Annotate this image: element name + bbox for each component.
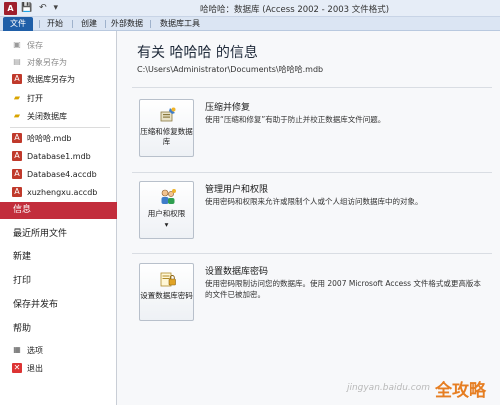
- nav-close-database-label: 关闭数据库: [27, 112, 67, 121]
- nav-save-object-as[interactable]: ▤ 对象另存为: [0, 54, 117, 71]
- nav-exit[interactable]: ✕ 退出: [0, 360, 117, 377]
- tab-separator: [39, 20, 40, 28]
- database-password-section: 设置数据库密码 设置数据库密码 使用密码限制访问您的数据库。使用 2007 Mi…: [139, 263, 489, 333]
- nav-save-object-as-label: 对象另存为: [27, 58, 67, 67]
- nav-new-label: 新建: [13, 252, 32, 262]
- recent-file-label: Database1.mdb: [27, 152, 91, 161]
- compact-repair-button-label: 压缩和修复数据库: [140, 127, 193, 146]
- nav-open-label: 打开: [27, 94, 43, 103]
- save-as-icon: ▤: [13, 57, 21, 66]
- window-title: 哈哈哈：数据库 (Access 2002 - 2003 文件格式): [200, 5, 390, 15]
- users-permissions-heading: 管理用户和权限: [205, 185, 269, 195]
- access-file-icon: A: [12, 151, 22, 161]
- chevron-down-icon: ▾: [164, 220, 169, 229]
- compact-repair-icon: [160, 107, 176, 122]
- nav-save-database-as[interactable]: A 数据库另存为: [0, 71, 117, 88]
- recent-file-label: Database4.accdb: [27, 170, 97, 179]
- nav-options-label: 选项: [27, 346, 43, 355]
- database-password-heading: 设置数据库密码: [205, 267, 269, 277]
- compact-repair-button[interactable]: 压缩和修复数据库: [139, 99, 194, 157]
- recent-file-item[interactable]: A 哈哈哈.mdb: [0, 130, 117, 147]
- tab-create[interactable]: 创建: [78, 17, 100, 31]
- recent-file-item[interactable]: A Database1.mdb: [0, 148, 117, 165]
- set-database-password-button[interactable]: 设置数据库密码: [139, 263, 194, 321]
- nav-options[interactable]: ▦ 选项: [0, 342, 117, 359]
- recent-file-item[interactable]: A xuzhengxu.accdb: [0, 184, 117, 201]
- compact-repair-description: 使用“压缩和修复”有助于防止并校正数据库文件问题。: [205, 115, 386, 124]
- tab-separator: [105, 20, 106, 28]
- close-database-icon: ▰: [13, 111, 21, 120]
- database-password-description: 使用密码限制访问您的数据库。使用 2007 Microsoft Access 文…: [205, 279, 481, 299]
- nav-save-database-as-label: 数据库另存为: [27, 75, 75, 84]
- set-database-password-button-label: 设置数据库密码: [140, 291, 193, 300]
- watermark-url: jingyan.baidu.com: [346, 383, 430, 393]
- recent-file-item[interactable]: A Database4.accdb: [0, 166, 117, 183]
- users-permissions-icon: [161, 189, 176, 204]
- nav-new[interactable]: 新建: [0, 249, 117, 266]
- nav-recent-label: 最近所用文件: [13, 229, 68, 239]
- watermark-logo: 全攻略: [435, 381, 486, 401]
- nav-recent[interactable]: 最近所用文件: [0, 226, 117, 243]
- users-permissions-button[interactable]: 用户和权限 ▾: [139, 181, 194, 239]
- access-file-icon: A: [12, 187, 22, 197]
- nav-save-and-publish[interactable]: 保存并发布: [0, 297, 117, 314]
- access-app-icon[interactable]: A: [4, 2, 17, 15]
- nav-divider: [10, 127, 110, 128]
- page-title: 有关 哈哈哈 的信息: [137, 45, 258, 61]
- users-permissions-button-label: 用户和权限: [147, 209, 186, 218]
- nav-print[interactable]: 打印: [0, 273, 117, 290]
- recent-file-label: xuzhengxu.accdb: [27, 188, 98, 197]
- compact-repair-heading: 压缩并修复: [205, 103, 251, 113]
- backstage-nav: ▣ 保存 ▤ 对象另存为 A 数据库另存为 ▰ 打开 ▰ 关闭数据库 A 哈哈哈…: [0, 31, 125, 405]
- users-permissions-description: 使用密码和权限来允许或限制个人或个人组访问数据库中的对象。: [205, 197, 423, 206]
- nav-save[interactable]: ▣ 保存: [0, 37, 117, 54]
- recent-file-label: 哈哈哈.mdb: [27, 134, 72, 143]
- nav-save-and-publish-label: 保存并发布: [13, 300, 59, 310]
- title-bar: A 💾 ↶ ▾ 哈哈哈：数据库 (Access 2002 - 2003 文件格式…: [0, 0, 500, 17]
- compact-repair-section: 压缩和修复数据库 压缩并修复 使用“压缩和修复”有助于防止并校正数据库文件问题。: [139, 99, 489, 169]
- nav-help[interactable]: 帮助: [0, 321, 117, 338]
- nav-save-label: 保存: [27, 41, 43, 50]
- tab-external-data[interactable]: 外部数据: [110, 17, 144, 31]
- section-divider: [132, 253, 492, 254]
- nav-close-database[interactable]: ▰ 关闭数据库: [0, 108, 117, 125]
- database-save-icon: A: [12, 74, 22, 84]
- exit-icon: ✕: [12, 363, 22, 373]
- nav-info-label: 信息: [13, 205, 32, 215]
- tab-separator: [72, 20, 73, 28]
- nav-print-label: 打印: [13, 276, 32, 286]
- quick-access-toolbar[interactable]: 💾 ↶ ▾: [21, 3, 60, 13]
- ribbon-tab-bar: 文件 开始 创建 外部数据 数据库工具: [0, 17, 500, 31]
- access-file-icon: A: [12, 169, 22, 179]
- nav-open[interactable]: ▰ 打开: [0, 90, 117, 107]
- nav-exit-label: 退出: [27, 364, 43, 373]
- nav-help-label: 帮助: [13, 324, 32, 334]
- section-divider: [132, 172, 492, 173]
- options-icon: ▦: [13, 345, 21, 354]
- access-file-icon: A: [12, 133, 22, 143]
- save-icon: ▣: [13, 40, 21, 49]
- info-pane: 有关 哈哈哈 的信息 C:\Users\Administrator\Docume…: [117, 31, 500, 405]
- nav-info[interactable]: 信息: [0, 202, 125, 219]
- folder-open-icon: ▰: [13, 93, 21, 102]
- database-password-icon: [160, 272, 176, 287]
- users-permissions-section: 用户和权限 ▾ 管理用户和权限 使用密码和权限来允许或限制个人或个人组访问数据库…: [139, 181, 489, 251]
- tab-database-tools[interactable]: 数据库工具: [156, 17, 204, 31]
- section-divider: [132, 87, 492, 88]
- tab-file[interactable]: 文件: [3, 17, 33, 31]
- tab-home[interactable]: 开始: [44, 17, 66, 31]
- tab-separator: [150, 20, 151, 28]
- file-path: C:\Users\Administrator\Documents\哈哈哈.mdb: [137, 65, 324, 74]
